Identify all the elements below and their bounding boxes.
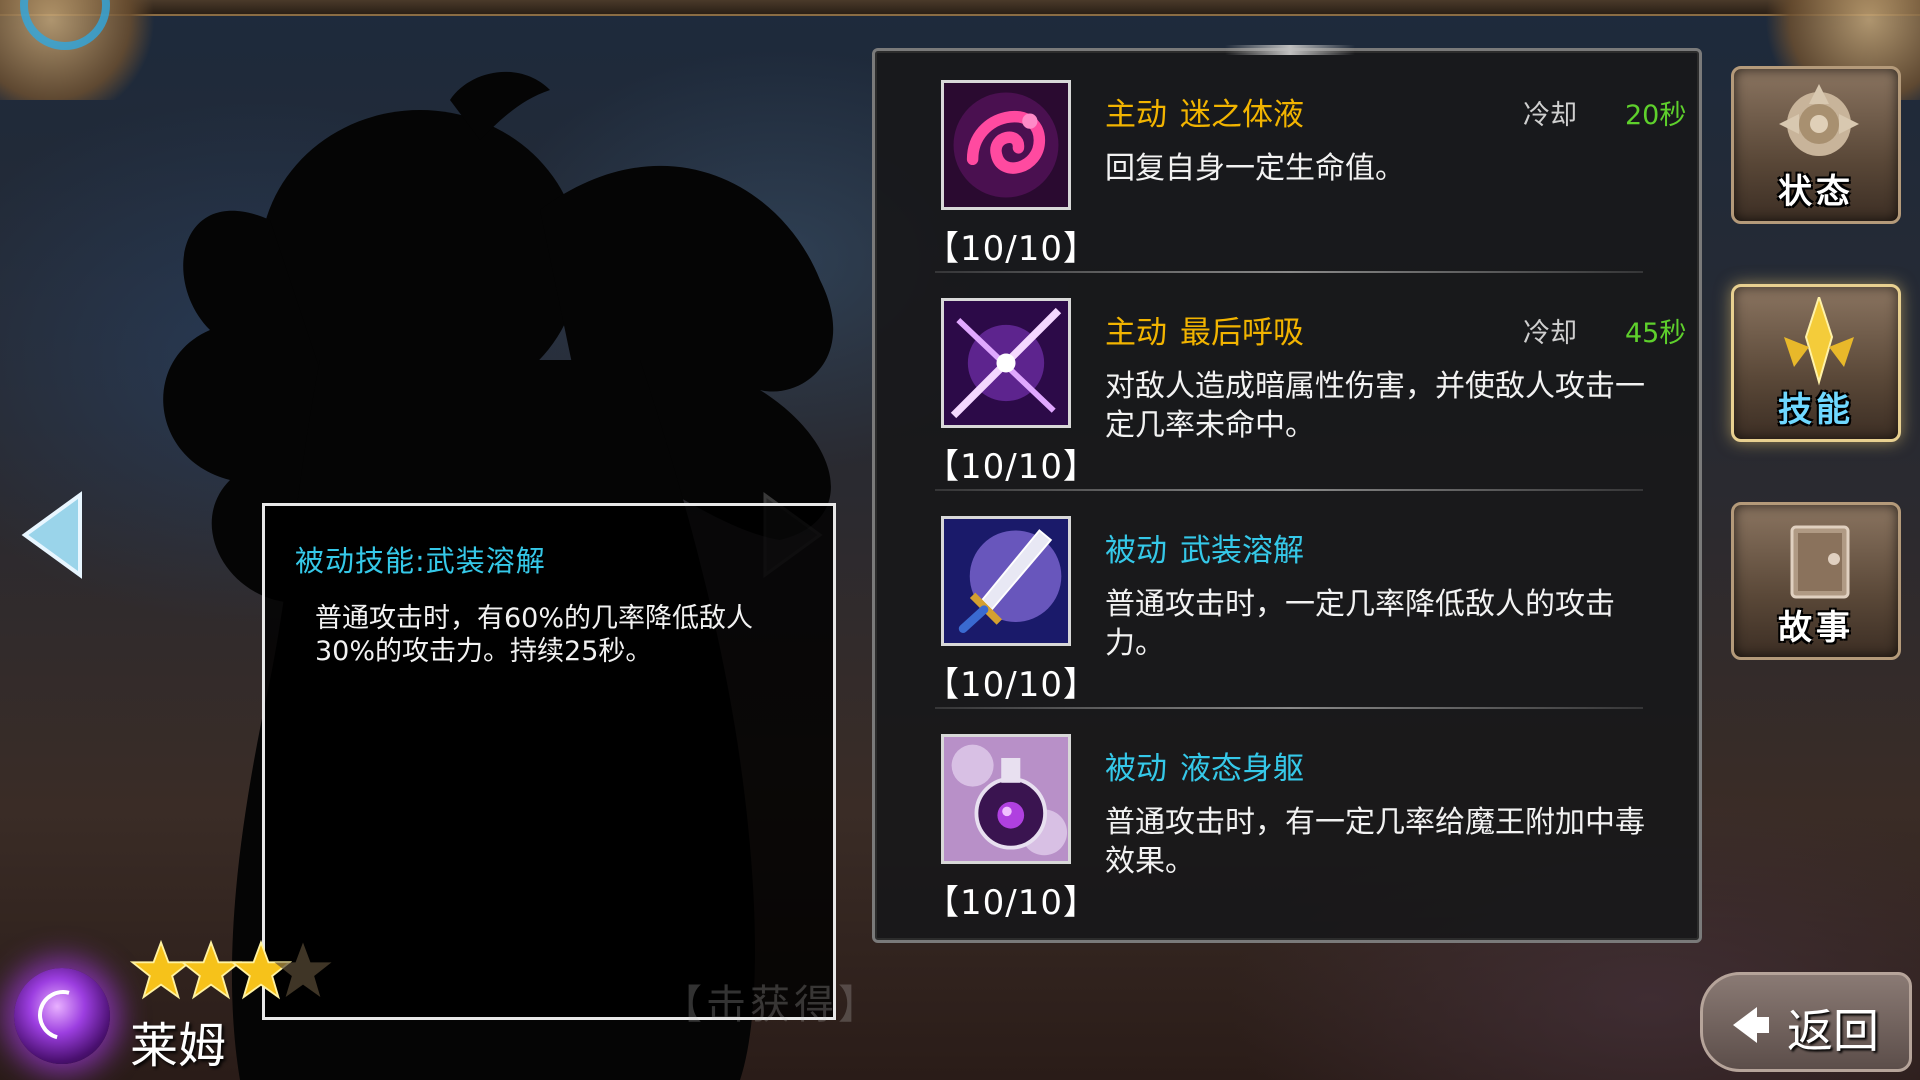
skill-row[interactable]: 【10/10】 被动 武装溶解 普通攻击时，一定几率降低敌人的攻击力。 [875, 491, 1705, 709]
panel-top-ornament [1225, 45, 1355, 55]
skill-type: 主动 [1105, 97, 1167, 133]
back-button-label: 返回 [1787, 1004, 1879, 1058]
cooldown-label: 冷却 [1523, 318, 1577, 349]
skill-level: 【10/10】 [925, 229, 1098, 269]
skill-name: 最后呼吸 [1180, 315, 1304, 351]
sword-dissolve-icon[interactable] [941, 516, 1071, 646]
acquire-hint: 【击获得】 [662, 982, 882, 1028]
skill-detail-title: 被动技能:武装溶解 [295, 544, 546, 578]
slime-swirl-icon[interactable] [941, 80, 1071, 210]
back-button[interactable]: 返回 [1700, 972, 1912, 1072]
cooldown-value: 20秒 [1625, 100, 1687, 131]
top-frame-border [0, 0, 1920, 16]
tab-label: 故事 [1778, 608, 1854, 648]
tab-label: 状态 [1778, 172, 1854, 212]
tab-status[interactable]: 状态 [1726, 58, 1906, 228]
skill-level: 【10/10】 [925, 447, 1098, 487]
moon-orb-icon [14, 968, 110, 1064]
skill-level: 【10/10】 [925, 883, 1098, 923]
rose-emblem-icon [1779, 84, 1859, 156]
skill-type: 主动 [1105, 315, 1167, 351]
skill-level: 【10/10】 [925, 665, 1098, 705]
skill-row[interactable]: 【10/10】 被动 液态身躯 普通攻击时，有一定几率给魔王附加中毒效果。 [875, 709, 1705, 927]
cooldown-value: 45秒 [1625, 318, 1687, 349]
character-name: 莱姆 [130, 1018, 227, 1074]
poison-flask-icon[interactable] [941, 734, 1071, 864]
tab-story[interactable]: 故事 [1726, 494, 1906, 664]
tab-skills[interactable]: 技能 [1726, 276, 1906, 446]
skill-type: 被动 [1105, 751, 1167, 787]
skill-row[interactable]: 【10/10】 主动 迷之体液 冷却 20秒 回复自身一定生命值。 [875, 55, 1705, 273]
cooldown-label: 冷却 [1523, 100, 1577, 131]
star-empty-icon [274, 942, 332, 998]
skill-row[interactable]: 【10/10】 主动 最后呼吸 冷却 45秒 对敌人造成暗属性伤害，并使敌人攻击… [875, 273, 1705, 491]
skill-name: 武装溶解 [1180, 533, 1304, 569]
skill-description: 普通攻击时，有一定几率给魔王附加中毒效果。 [1105, 805, 1645, 879]
character-plate: 莱姆 [0, 940, 440, 1080]
back-arrow-icon [1733, 1007, 1757, 1043]
skill-description: 对敌人造成暗属性伤害，并使敌人攻击一定几率未命中。 [1105, 369, 1645, 443]
triangle-left-icon[interactable] [20, 490, 90, 580]
skill-description: 回复自身一定生命值。 [1105, 151, 1405, 186]
skills-panel: 【10/10】 主动 迷之体液 冷却 20秒 回复自身一定生命值。 【10/10… [872, 45, 1705, 943]
tab-label: 技能 [1778, 390, 1854, 430]
crown-emblem-icon [1784, 297, 1854, 386]
skill-detail-description: 普通攻击时，有60%的几率降低敌人30%的攻击力。持续25秒。 [315, 603, 754, 667]
skill-name: 迷之体液 [1180, 97, 1304, 133]
dark-slash-icon[interactable] [941, 298, 1071, 428]
skill-description: 普通攻击时，一定几率降低敌人的攻击力。 [1105, 587, 1615, 661]
skill-type: 被动 [1105, 533, 1167, 569]
book-emblem-icon [1790, 525, 1850, 599]
skill-name: 液态身躯 [1180, 751, 1304, 787]
